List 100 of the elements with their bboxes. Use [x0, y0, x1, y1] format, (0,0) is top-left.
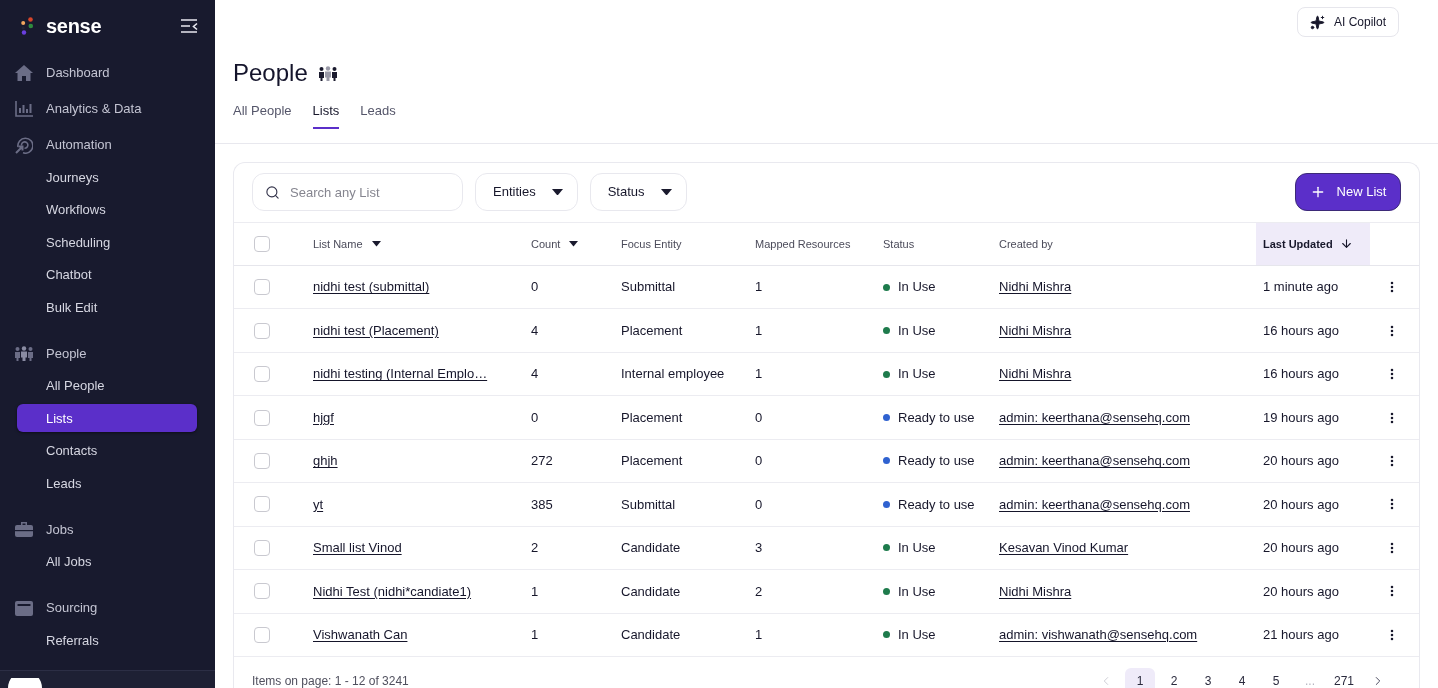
nav-subitem[interactable]: Bulk Edit — [17, 293, 197, 322]
focus-entity-text: Placement — [621, 409, 683, 425]
creator-link[interactable]: Kesavan Vinod Kumar — [999, 540, 1129, 556]
creator-link[interactable]: Nidhi Mishra — [999, 583, 1072, 599]
page-button[interactable]: 1 — [1125, 668, 1155, 688]
creator-link[interactable]: Nidhi Mishra — [999, 279, 1072, 295]
nav-subitem[interactable]: Lists — [17, 404, 197, 433]
caret-down-icon — [551, 188, 563, 196]
page-button[interactable]: 3 — [1193, 668, 1223, 688]
nav-item[interactable]: Analytics & Data — [15, 91, 197, 127]
nav-item[interactable]: People — [15, 335, 197, 372]
status-text: In Use — [898, 582, 936, 601]
column-header[interactable]: Count — [531, 235, 579, 253]
status-text: Ready to use — [898, 495, 975, 514]
mapped-resources-text: 0 — [755, 496, 763, 512]
creator-link[interactable]: admin: vishwanath@sensehq.com — [999, 627, 1198, 643]
column-header: Created by — [999, 236, 1053, 252]
new-list-button[interactable]: New List — [1295, 173, 1401, 211]
list-name-link[interactable]: ghjh — [313, 453, 338, 469]
status-text: In Use — [898, 365, 936, 384]
checkbox[interactable] — [254, 539, 270, 556]
search-icon — [265, 184, 280, 200]
nav-subitem[interactable]: All Jobs — [17, 547, 197, 576]
last-updated-text: 16 hours ago — [1263, 366, 1339, 382]
last-updated-text: 16 hours ago — [1263, 322, 1339, 338]
card-icon — [15, 600, 33, 616]
avatar-icon[interactable] — [8, 678, 42, 688]
list-name-link[interactable]: Vishwanath Can — [313, 627, 408, 643]
checkbox[interactable] — [254, 496, 270, 513]
checkbox[interactable] — [254, 279, 270, 296]
focus-entity-text: Candidate — [621, 540, 681, 556]
nav-item[interactable]: Sourcing — [15, 590, 197, 626]
list-name-link[interactable]: nidhi testing (Internal Emplo… — [313, 366, 488, 382]
nav-subitem[interactable]: All People — [17, 371, 197, 400]
list-name-link[interactable]: Nidhi Test (nidhi*candiate1) — [313, 583, 472, 599]
search-field[interactable]: Search any List — [252, 173, 463, 211]
mapped-resources-text: 1 — [755, 366, 763, 382]
status-text: In Use — [898, 539, 936, 558]
column-header: Status — [883, 236, 915, 252]
column-header: Focus Entity — [621, 236, 682, 252]
list-name-link[interactable]: hjgf — [313, 409, 334, 425]
checkbox[interactable] — [254, 322, 270, 339]
nav-subitem[interactable]: Journeys — [17, 163, 197, 192]
page-button[interactable]: 2 — [1159, 668, 1189, 688]
tab[interactable]: Lists — [312, 101, 340, 129]
nav-subitem[interactable]: Workflows — [17, 195, 197, 224]
filter-dropdown[interactable]: Status — [589, 173, 687, 211]
checkbox[interactable] — [254, 453, 270, 469]
checkbox[interactable] — [254, 235, 270, 252]
nav-item[interactable]: Dashboard — [15, 55, 197, 91]
column-header[interactable]: Last Updated — [1256, 223, 1370, 265]
filter-dropdown[interactable]: Entities — [475, 173, 578, 211]
count-text: 2 — [531, 540, 539, 556]
creator-link[interactable]: admin: keerthana@sensehq.com — [999, 496, 1190, 512]
caret-down-icon — [660, 188, 672, 196]
nav-item[interactable]: Jobs — [15, 511, 197, 548]
items-summary: Items on page: 1 - 12 of 3241 — [252, 673, 409, 688]
target-cursor-icon — [15, 136, 33, 154]
creator-link[interactable]: Nidhi Mishra — [999, 366, 1072, 382]
checkbox[interactable] — [254, 583, 270, 600]
focus-entity-text: Placement — [621, 322, 683, 338]
last-updated-text: 20 hours ago — [1263, 540, 1339, 556]
last-updated-text: 20 hours ago — [1263, 453, 1339, 469]
checkbox[interactable] — [254, 366, 270, 383]
tab[interactable]: Leads — [360, 101, 396, 129]
focus-entity-text: Placement — [621, 453, 683, 469]
nav-subitem[interactable]: Referrals — [17, 626, 197, 655]
list-name-link[interactable]: nidhi test (submittal) — [313, 279, 430, 295]
list-name-link[interactable]: nidhi test (Placement) — [313, 322, 439, 338]
nav-subitem[interactable]: Leads — [17, 469, 197, 498]
list-name-link[interactable]: Small list Vinod — [313, 540, 402, 556]
ai-copilot-button[interactable]: AI Copilot — [1296, 7, 1399, 37]
checkbox[interactable] — [254, 626, 270, 643]
status-text: In Use — [898, 321, 936, 340]
page-button[interactable]: 271 — [1329, 668, 1359, 688]
sparkle-icon — [1309, 14, 1325, 30]
count-text: 0 — [531, 409, 539, 425]
tab[interactable]: All People — [233, 101, 292, 129]
creator-link[interactable]: admin: keerthana@sensehq.com — [999, 453, 1190, 469]
mapped-resources-text: 3 — [755, 540, 763, 556]
nav-subitem[interactable]: Scheduling — [17, 228, 197, 257]
checkbox[interactable] — [254, 409, 270, 426]
column-header[interactable]: List Name — [313, 235, 381, 253]
last-updated-text: 19 hours ago — [1263, 409, 1339, 425]
count-text: 272 — [531, 453, 553, 469]
mapped-resources-text: 1 — [755, 279, 763, 295]
creator-link[interactable]: admin: keerthana@sensehq.com — [999, 409, 1190, 425]
status-text: Ready to use — [898, 408, 975, 427]
list-name-link[interactable]: yt — [313, 496, 324, 512]
nav-subitem[interactable]: Chatbot — [17, 260, 197, 289]
page-button[interactable]: 4 — [1227, 668, 1257, 688]
mapped-resources-text: 1 — [755, 627, 763, 643]
page-button[interactable]: 5 — [1261, 668, 1291, 688]
nav-subitem[interactable]: Contacts — [17, 436, 197, 465]
mapped-resources-text: 2 — [755, 583, 763, 599]
focus-entity-text: Submittal — [621, 496, 676, 512]
collapse-menu-icon[interactable] — [181, 19, 198, 33]
count-text: 0 — [531, 279, 539, 295]
creator-link[interactable]: Nidhi Mishra — [999, 322, 1072, 338]
nav-item[interactable]: Automation — [15, 127, 197, 163]
